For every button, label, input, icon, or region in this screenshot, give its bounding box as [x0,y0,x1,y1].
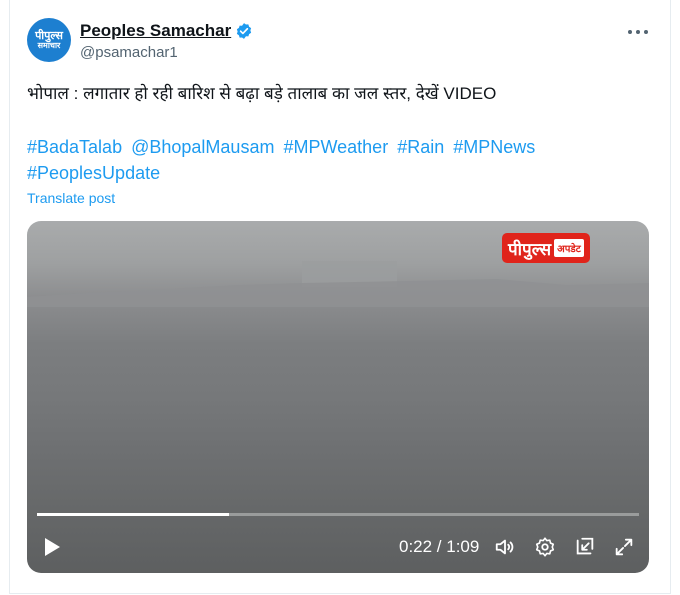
watermark-main-text: पीपुल्स [508,239,552,260]
author-display-name[interactable]: Peoples Samachar [80,21,231,41]
settings-icon [535,537,555,557]
hashtag-link[interactable]: #PeoplesUpdate [27,163,160,183]
more-icon[interactable] [626,24,650,40]
hashtag-link[interactable]: #MPNews [453,137,535,157]
picture-in-picture-icon [576,537,594,555]
rainy-shoreline-image [27,261,649,307]
volume-button[interactable] [493,533,517,561]
verified-badge-icon [237,23,252,39]
watermark-logo: पीपुल्स अपडेट [502,233,590,263]
hashtag-link[interactable]: #MPWeather [283,137,388,157]
author-name-row: Peoples Samachar [80,21,253,41]
video-progress-fill [37,513,230,516]
avatar[interactable]: पीपुल्स समाचार [27,18,71,62]
post-text: भोपाल : लगातार हो रही बारिश से बढ़ा बड़े… [27,84,497,103]
translate-post-link[interactable]: Translate post [27,190,115,206]
fullscreen-button[interactable] [612,533,636,561]
picture-in-picture-button[interactable] [573,533,597,561]
watermark-sub-text: अपडेट [554,239,584,257]
avatar-text-line2: समाचार [37,41,61,50]
author-handle[interactable]: @psamachar1 [80,44,178,61]
video-time-display: 0:22 / 1:09 [399,537,480,556]
play-button[interactable] [41,533,63,561]
hashtag-link[interactable]: #BadaTalab [27,137,122,157]
volume-icon [495,539,514,555]
video-progress-bar[interactable] [37,513,639,516]
video-player[interactable]: पीपुल्स अपडेट 0:22 / 1:09 [27,221,649,573]
fullscreen-icon [615,538,633,556]
mention-link[interactable]: @BhopalMausam [131,137,274,157]
hashtag-link[interactable]: #Rain [397,137,444,157]
play-icon [45,538,60,556]
settings-button[interactable] [533,533,557,561]
avatar-text-line1: पीपुल्स [35,29,63,42]
hashtag-list: #BadaTalab @BhopalMausam #MPWeather #Rai… [27,134,647,186]
